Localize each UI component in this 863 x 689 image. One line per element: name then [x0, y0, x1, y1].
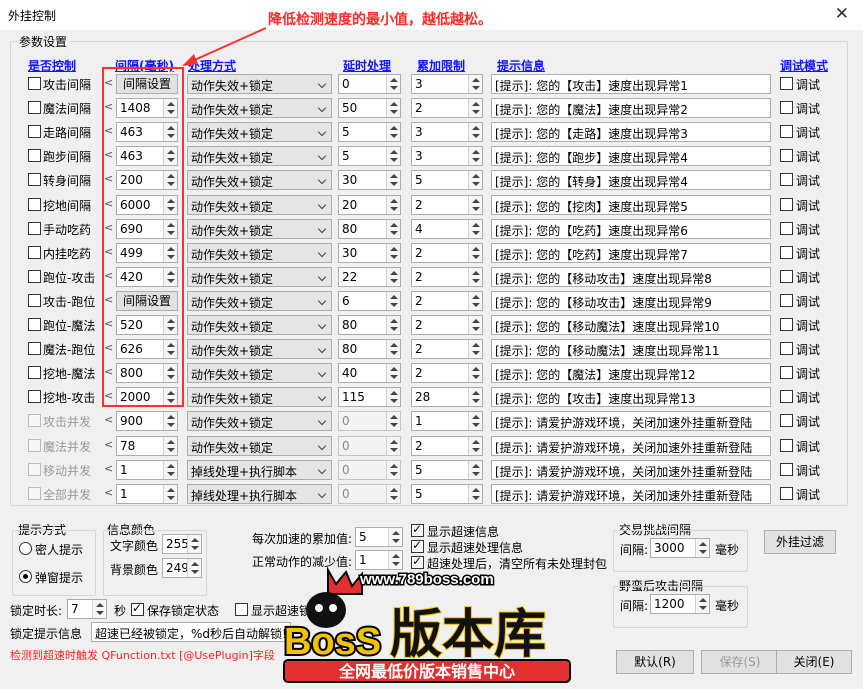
- radio-popup[interactable]: [19, 570, 32, 583]
- default-button[interactable]: 默认(R): [616, 650, 694, 674]
- radio-popup-label: 弹窗提示: [35, 571, 84, 585]
- status-line: 检测到超速时触发 QFunction.txt [@UsePlugin]字段: [10, 649, 275, 662]
- show-process-label: 显示超速处理信息: [427, 541, 524, 555]
- watermark-brand-cn: 版本库: [390, 605, 546, 665]
- text-color-spin[interactable]: 255: [162, 534, 202, 554]
- after-attack-unit: 毫秒: [715, 599, 740, 613]
- lock-duration-label: 锁定时长:: [10, 604, 63, 618]
- spin-arrows-icon[interactable]: [187, 559, 201, 577]
- trade-field-label: 间隔:: [620, 543, 649, 557]
- after-field-label: 间隔:: [620, 599, 649, 613]
- lock-unit: 秒: [114, 604, 127, 618]
- hint-mode-group: [12, 530, 96, 596]
- spin-arrows-icon[interactable]: [695, 539, 709, 557]
- watermark-slogan: 全网最低价版本销售中心: [338, 662, 515, 681]
- close-button[interactable]: 关闭(E): [776, 650, 852, 674]
- watermark-logo: www.789boss.com BosS 版本库 全网最低价版本销售中心: [282, 566, 571, 683]
- after-attack-spin[interactable]: 1200: [650, 594, 710, 614]
- show-process-checkbox[interactable]: [411, 538, 424, 553]
- show-info-label: 显示超速信息: [427, 525, 500, 539]
- spin-arrows-icon[interactable]: [695, 595, 709, 613]
- save-button[interactable]: 保存(S): [701, 650, 779, 674]
- watermark-url: www.789boss.com: [359, 571, 494, 588]
- show-info-checkbox[interactable]: [411, 522, 424, 537]
- bg-color-spin[interactable]: 249: [162, 558, 202, 578]
- radio-secret-label: 密人提示: [35, 543, 84, 557]
- radio-secret[interactable]: [19, 542, 32, 555]
- lock-hint-label: 锁定提示信息: [10, 627, 83, 641]
- show-speed-lock-checkbox[interactable]: [235, 603, 248, 616]
- accum-value-label: 每次加速的累加值:: [252, 532, 353, 546]
- trade-interval-spin[interactable]: 3000: [650, 538, 710, 558]
- lock-duration-spin[interactable]: 7: [67, 599, 107, 619]
- bg-color-label: 背景颜色: [110, 563, 159, 577]
- text-color-label: 文字颜色: [110, 539, 159, 553]
- filter-button[interactable]: 外挂过滤: [764, 530, 836, 554]
- spin-arrows-icon[interactable]: [388, 528, 402, 546]
- lock-hint-input[interactable]: 超速已经被锁定，%d秒后自动解锁!: [91, 622, 291, 642]
- watermark-brand: BosS: [284, 621, 381, 663]
- spin-arrows-icon[interactable]: [187, 535, 201, 553]
- accum-value-spin[interactable]: 5: [355, 527, 403, 547]
- trade-unit: 毫秒: [715, 543, 740, 557]
- save-lock-checkbox[interactable]: [131, 601, 144, 616]
- save-lock-label: 保存锁定状态: [147, 604, 220, 618]
- spin-arrows-icon[interactable]: [92, 600, 106, 618]
